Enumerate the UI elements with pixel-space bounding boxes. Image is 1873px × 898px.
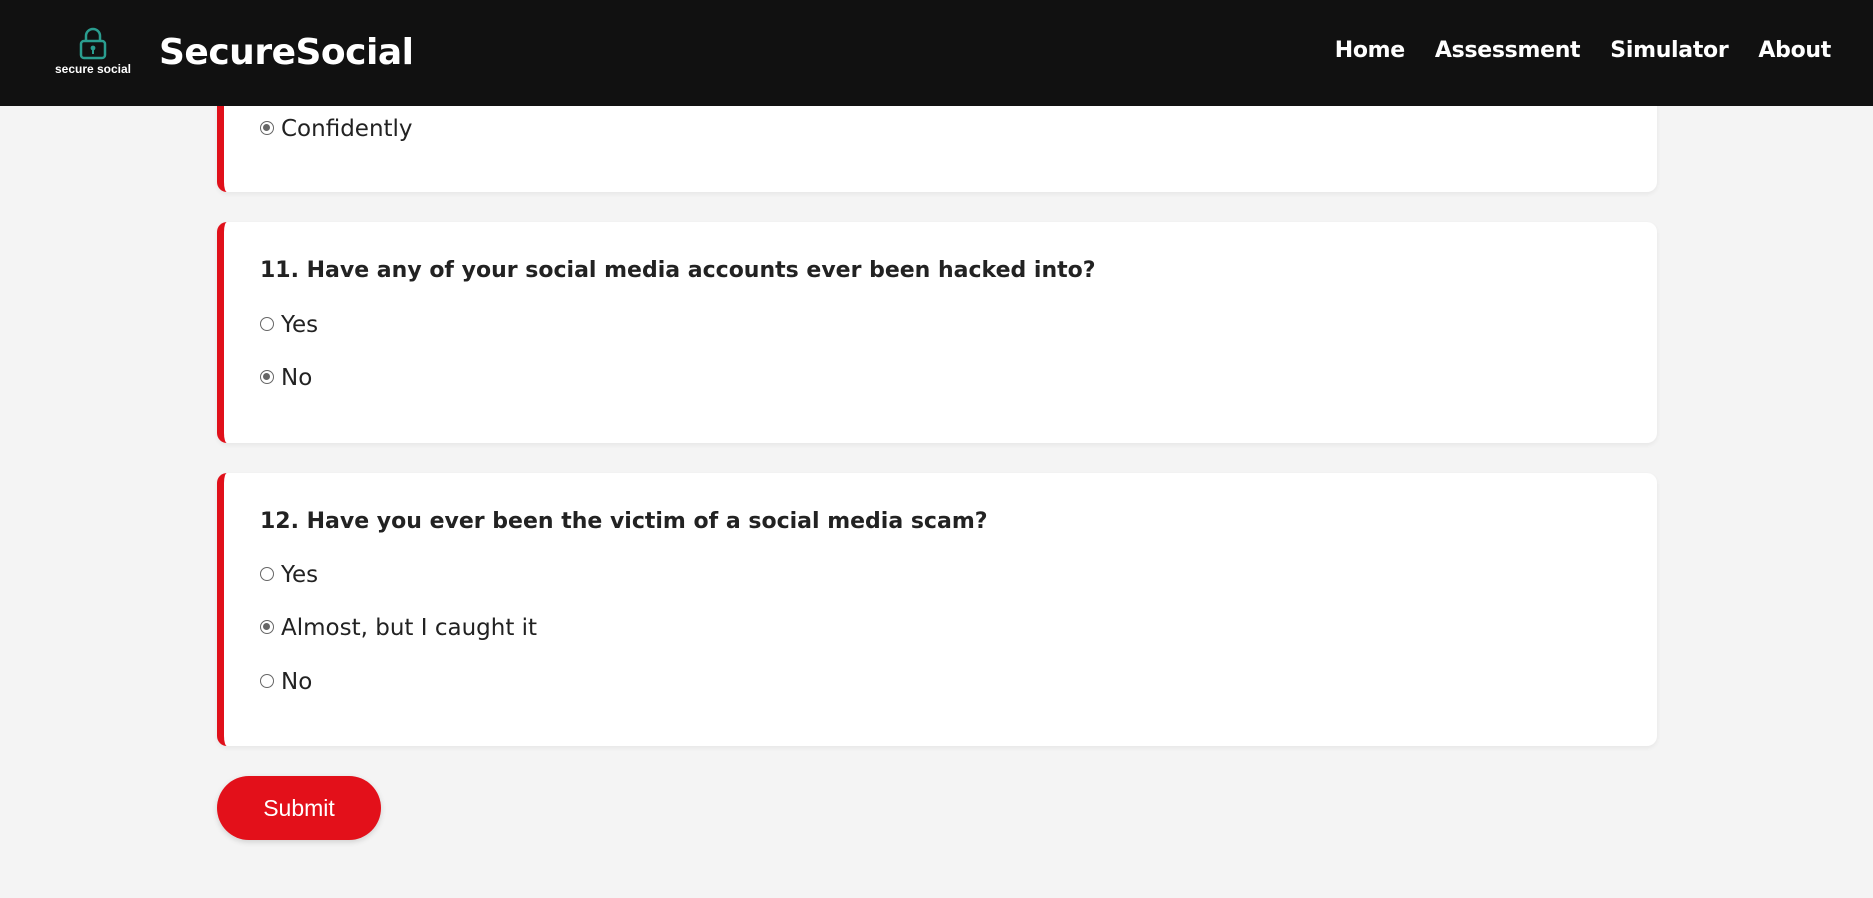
nav-links: Home Assessment Simulator About xyxy=(1335,38,1832,63)
radio-button[interactable] xyxy=(260,317,274,331)
question-card-12: 12. Have you ever been the victim of a s… xyxy=(217,473,1657,746)
question-card-11: 11. Have any of your social media accoun… xyxy=(217,222,1657,443)
lock-icon xyxy=(79,27,107,60)
option-label: Almost, but I caught it xyxy=(281,615,538,641)
nav-simulator[interactable]: Simulator xyxy=(1610,38,1728,63)
nav-about[interactable]: About xyxy=(1758,38,1831,63)
option-label: No xyxy=(281,669,313,695)
option-label: No xyxy=(281,365,313,391)
question-title: 12. Have you ever been the victim of a s… xyxy=(260,509,988,534)
option-no[interactable]: No xyxy=(260,669,312,695)
option-almost[interactable]: Almost, but I caught it xyxy=(260,615,537,641)
logo[interactable]: secure social xyxy=(48,26,138,82)
brand-title[interactable]: SecureSocial xyxy=(159,30,414,76)
option-confidently[interactable]: Confidently xyxy=(260,116,413,142)
option-no[interactable]: No xyxy=(260,365,312,391)
nav-assessment[interactable]: Assessment xyxy=(1435,38,1581,63)
question-title: 11. Have any of your social media accoun… xyxy=(260,258,1096,283)
submit-button[interactable]: Submit xyxy=(217,776,381,840)
option-label: Yes xyxy=(281,562,319,588)
radio-button[interactable] xyxy=(260,674,274,688)
navbar: secure social SecureSocial Home Assessme… xyxy=(0,0,1873,106)
radio-button[interactable] xyxy=(260,121,274,135)
radio-button[interactable] xyxy=(260,567,274,581)
nav-home[interactable]: Home xyxy=(1335,38,1405,63)
option-yes[interactable]: Yes xyxy=(260,312,318,338)
option-yes[interactable]: Yes xyxy=(260,562,318,588)
option-label: Yes xyxy=(281,312,319,338)
option-label: Confidently xyxy=(281,116,413,142)
radio-button[interactable] xyxy=(260,620,274,634)
logo-text: secure social xyxy=(54,62,132,76)
radio-button[interactable] xyxy=(260,370,274,384)
